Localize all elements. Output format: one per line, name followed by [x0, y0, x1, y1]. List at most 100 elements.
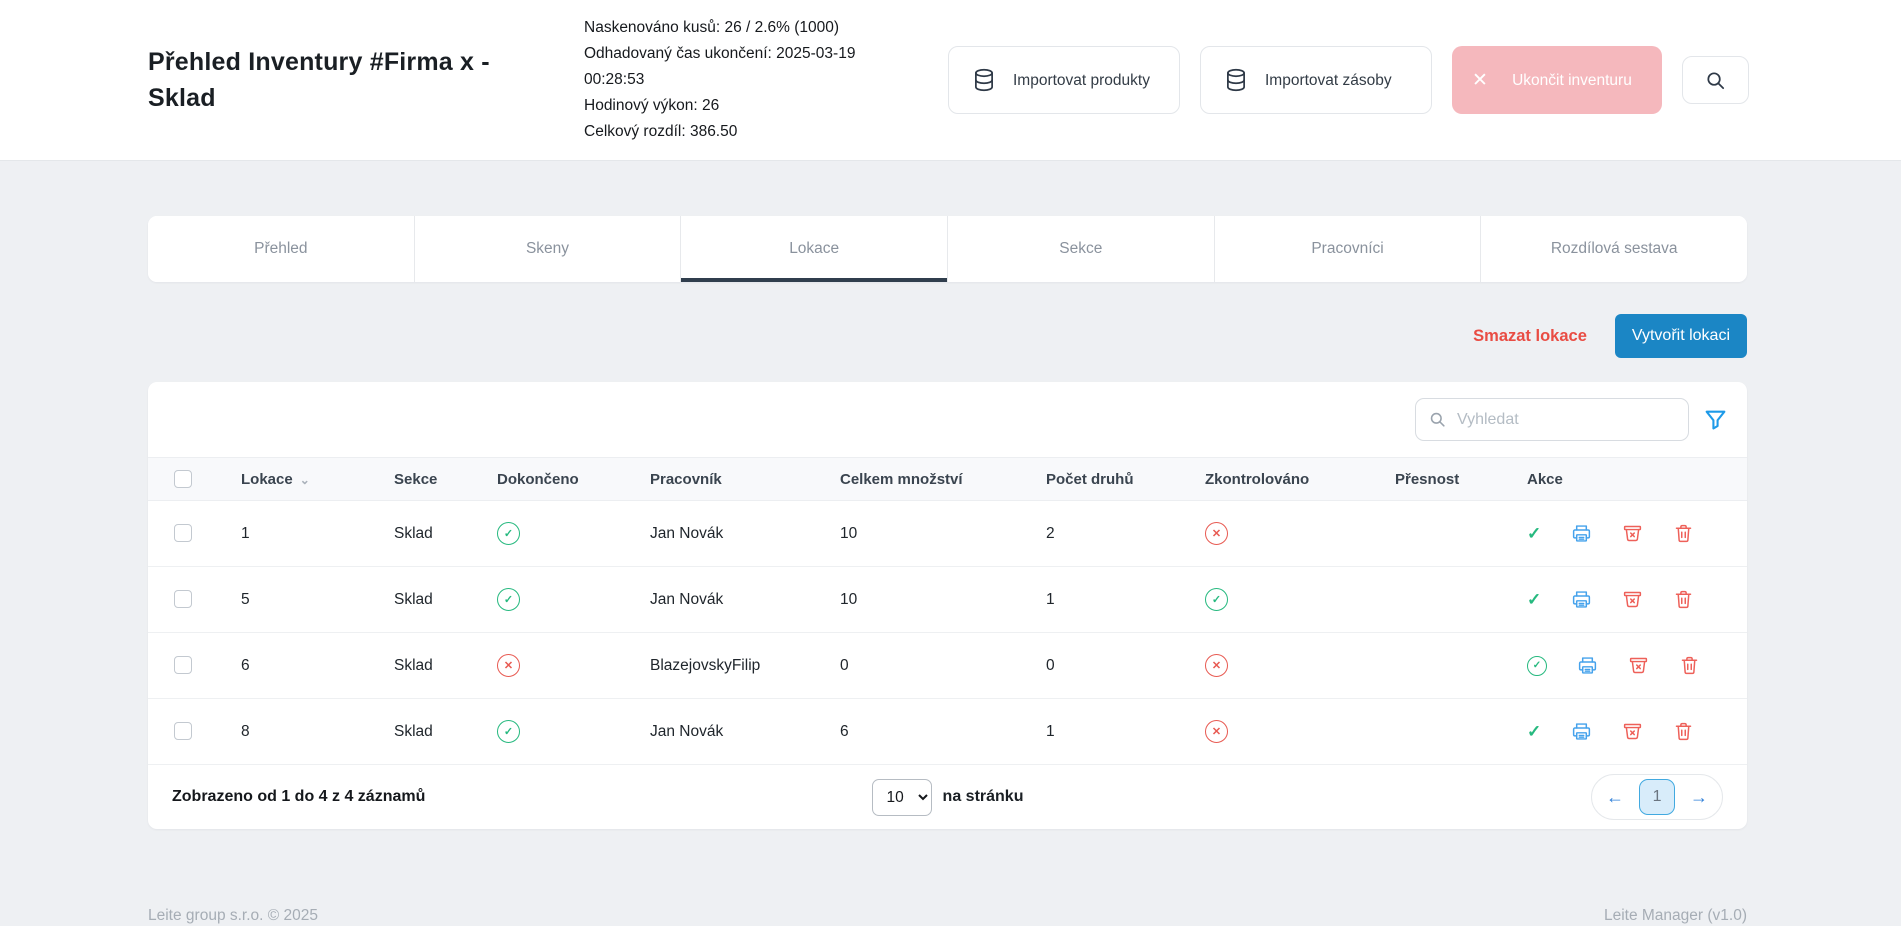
pagination-pill: ← 1 → — [1591, 774, 1723, 820]
current-page-button[interactable]: 1 — [1639, 779, 1675, 815]
filter-funnel-icon — [1703, 407, 1728, 432]
search-icon — [1704, 69, 1727, 92]
row-checkbox[interactable] — [174, 656, 192, 674]
import-stock-button[interactable]: Importovat zásoby — [1200, 46, 1432, 114]
approve-button[interactable]: ✓ — [1527, 656, 1547, 676]
tab-lokace[interactable]: Lokace — [681, 216, 948, 282]
column-header-zkontrolovano[interactable]: Zkontrolováno — [1205, 458, 1395, 501]
clear-location-button[interactable] — [1622, 721, 1643, 742]
print-button[interactable] — [1571, 721, 1592, 742]
table-row: 8 Sklad Jan Novák 6 1 ✓ — [148, 699, 1747, 765]
delete-button[interactable] — [1679, 655, 1700, 676]
import-stock-label: Importovat zásoby — [1265, 70, 1392, 91]
arrow-right-icon: → — [1690, 787, 1708, 807]
delete-locations-button[interactable]: Smazat lokace — [1473, 327, 1587, 346]
column-header-celkem-mnozstvi[interactable]: Celkem množství — [840, 458, 1046, 501]
trash-icon — [1673, 523, 1694, 544]
cell-lokace: 8 — [241, 699, 394, 765]
page-size-select[interactable]: 10 — [872, 779, 932, 816]
box-cross-icon — [1622, 589, 1643, 610]
clear-location-button[interactable] — [1622, 523, 1643, 544]
trash-icon — [1673, 721, 1694, 742]
printer-icon — [1571, 721, 1592, 742]
table-header-row: Lokace⌄ Sekce Dokončeno Pracovník Celkem… — [148, 458, 1747, 501]
clear-location-button[interactable] — [1628, 655, 1649, 676]
row-actions: ✓ — [1527, 721, 1747, 742]
row-checkbox[interactable] — [174, 722, 192, 740]
tab-rozdilova-sestava[interactable]: Rozdílová sestava — [1481, 216, 1747, 282]
cell-presnost — [1395, 567, 1527, 633]
top-bar: Přehled Inventury #Firma x - Sklad Naske… — [0, 0, 1901, 161]
import-products-button[interactable]: Importovat produkty — [948, 46, 1180, 114]
tab-prehled[interactable]: Přehled — [148, 216, 415, 282]
print-button[interactable] — [1571, 589, 1592, 610]
cell-pracovnik: Jan Novák — [650, 567, 840, 633]
filter-button[interactable] — [1703, 407, 1728, 432]
box-cross-icon — [1628, 655, 1649, 676]
per-page-control: 10 na stránku — [872, 779, 1024, 816]
locations-card: Lokace⌄ Sekce Dokončeno Pracovník Celkem… — [148, 382, 1747, 829]
tab-skeny[interactable]: Skeny — [415, 216, 682, 282]
row-checkbox[interactable] — [174, 524, 192, 542]
inventory-stats: Naskenováno kusů: 26 / 2.6% (1000) Odhad… — [584, 15, 884, 145]
sort-chevron-icon: ⌄ — [300, 473, 310, 487]
dokonceno-status-icon — [497, 720, 520, 743]
clear-location-button[interactable] — [1622, 589, 1643, 610]
per-page-label: na stránku — [943, 788, 1024, 806]
database-icon — [971, 67, 997, 93]
column-header-akce[interactable]: Akce — [1527, 458, 1747, 501]
check-icon: ✓ — [1527, 656, 1547, 676]
column-header-dokonceno[interactable]: Dokončeno — [497, 458, 650, 501]
cell-sekce: Sklad — [394, 699, 497, 765]
cell-pocet-druhu: 2 — [1046, 501, 1205, 567]
row-actions: ✓ — [1527, 523, 1747, 544]
delete-button[interactable] — [1673, 523, 1694, 544]
box-cross-icon — [1622, 721, 1643, 742]
trash-icon — [1679, 655, 1700, 676]
table-search-input[interactable] — [1457, 411, 1676, 429]
import-products-label: Importovat produkty — [1013, 70, 1150, 91]
row-checkbox[interactable] — [174, 590, 192, 608]
next-page-button[interactable]: → — [1690, 788, 1708, 806]
dokonceno-status-icon — [497, 588, 520, 611]
approve-button[interactable]: ✓ — [1527, 524, 1541, 544]
tab-bar: Přehled Skeny Lokace Sekce Pracovníci Ro… — [148, 216, 1747, 282]
print-button[interactable] — [1571, 523, 1592, 544]
print-button[interactable] — [1577, 655, 1598, 676]
pagination: ← 1 → — [1023, 774, 1723, 820]
check-icon: ✓ — [1527, 722, 1541, 742]
stat-scanned-pieces: Naskenováno kusů: 26 / 2.6% (1000) — [584, 15, 884, 41]
select-all-checkbox[interactable] — [174, 470, 192, 488]
prev-page-button[interactable]: ← — [1606, 788, 1624, 806]
main-content: Přehled Skeny Lokace Sekce Pracovníci Ro… — [0, 216, 1901, 925]
arrow-left-icon: ← — [1606, 787, 1624, 807]
column-header-pracovnik[interactable]: Pracovník — [650, 458, 840, 501]
column-header-sekce[interactable]: Sekce — [394, 458, 497, 501]
database-icon — [1223, 67, 1249, 93]
global-search-button[interactable] — [1682, 56, 1749, 104]
column-header-lokace[interactable]: Lokace⌄ — [241, 458, 394, 501]
cell-presnost — [1395, 633, 1527, 699]
stat-estimated-finish: Odhadovaný čas ukončení: 2025-03-19 — [584, 41, 884, 67]
cell-pocet-druhu: 0 — [1046, 633, 1205, 699]
delete-button[interactable] — [1673, 721, 1694, 742]
table-search-box — [1415, 398, 1689, 441]
row-actions: ✓ — [1527, 655, 1747, 676]
approve-button[interactable]: ✓ — [1527, 590, 1541, 610]
column-header-pocet-druhu[interactable]: Počet druhů — [1046, 458, 1205, 501]
tab-pracovnici[interactable]: Pracovníci — [1215, 216, 1482, 282]
table-row: 5 Sklad Jan Novák 10 1 ✓ — [148, 567, 1747, 633]
check-icon: ✓ — [1527, 524, 1541, 544]
create-location-button[interactable]: Vytvořit lokaci — [1615, 314, 1747, 358]
footer-app-version: Leite Manager (v1.0) — [1604, 907, 1747, 925]
column-header-presnost[interactable]: Přesnost — [1395, 458, 1527, 501]
printer-icon — [1571, 523, 1592, 544]
tab-sekce[interactable]: Sekce — [948, 216, 1215, 282]
approve-button[interactable]: ✓ — [1527, 722, 1541, 742]
zkontrolovano-status-icon — [1205, 588, 1228, 611]
delete-button[interactable] — [1673, 589, 1694, 610]
finish-inventory-button[interactable]: ✕ Ukončit inventuru — [1452, 46, 1662, 114]
printer-icon — [1577, 655, 1598, 676]
cell-sekce: Sklad — [394, 501, 497, 567]
finish-inventory-label: Ukončit inventuru — [1498, 70, 1646, 91]
